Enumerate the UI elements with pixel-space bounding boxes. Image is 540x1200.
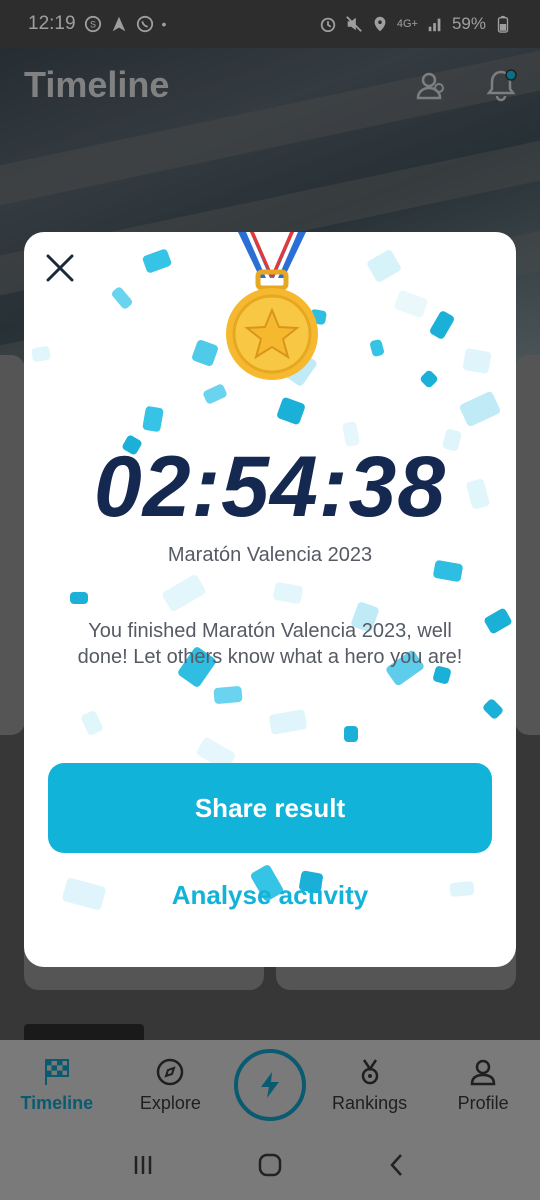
lightning-icon <box>260 1072 279 1098</box>
confetti-piece <box>344 726 358 742</box>
confetti-piece <box>275 396 307 426</box>
confetti-piece <box>70 592 88 604</box>
result-modal: 02:54:38 Maratón Valencia 2023 You finis… <box>24 232 516 967</box>
confetti-piece <box>272 581 304 605</box>
nav-label-explore: Explore <box>139 1092 201 1113</box>
medal-icon <box>361 1058 378 1084</box>
race-name: Maratón Valencia 2023 <box>167 544 373 566</box>
nav-item-profile[interactable]: Profile <box>433 1057 533 1114</box>
close-icon[interactable] <box>42 250 78 286</box>
confetti-piece <box>141 248 173 274</box>
nav-item-explore[interactable]: Explore <box>120 1057 220 1114</box>
confetti-piece <box>190 338 220 368</box>
share-result-button[interactable]: Share result <box>48 763 492 853</box>
confetti-piece <box>30 345 52 363</box>
confetti-piece <box>110 285 134 311</box>
record-activity-button[interactable] <box>233 1049 306 1121</box>
bottom-nav: Timeline Explore Rankings Profile <box>0 1040 540 1130</box>
analyse-activity-link[interactable]: Analyse activity <box>24 880 516 911</box>
back-icon[interactable] <box>382 1150 412 1180</box>
confetti-piece <box>365 248 403 284</box>
confetti-piece <box>161 573 207 613</box>
system-nav-bar <box>0 1130 540 1200</box>
confetti-piece <box>483 607 513 635</box>
confetti-piece <box>419 369 439 389</box>
confetti-piece <box>428 309 456 341</box>
nav-label-rankings: Rankings <box>332 1092 408 1113</box>
compass-icon <box>157 1058 184 1085</box>
congrats-message: You finished Maratón Valencia 2023, well… <box>77 620 463 668</box>
nav-item-rankings[interactable]: Rankings <box>320 1057 420 1114</box>
confetti-piece <box>142 405 164 433</box>
person-icon <box>470 1059 496 1085</box>
confetti-piece <box>458 390 502 428</box>
confetti-piece <box>393 289 429 319</box>
recent-apps-icon[interactable] <box>128 1150 158 1180</box>
checkered-flag-icon <box>44 1058 69 1085</box>
confetti-piece <box>481 697 505 721</box>
confetti-piece <box>202 383 228 405</box>
gold-medal-icon <box>226 232 318 380</box>
nav-label-profile: Profile <box>457 1092 509 1113</box>
confetti-piece <box>268 709 308 735</box>
confetti-piece <box>213 685 243 705</box>
finish-time: 02:54:38 <box>93 439 447 535</box>
confetti-piece <box>80 709 104 737</box>
confetti-piece <box>369 338 385 358</box>
nav-label-timeline: Timeline <box>20 1092 94 1113</box>
home-icon[interactable] <box>255 1150 285 1180</box>
nav-item-timeline[interactable]: Timeline <box>7 1057 107 1114</box>
confetti-piece <box>462 347 492 375</box>
